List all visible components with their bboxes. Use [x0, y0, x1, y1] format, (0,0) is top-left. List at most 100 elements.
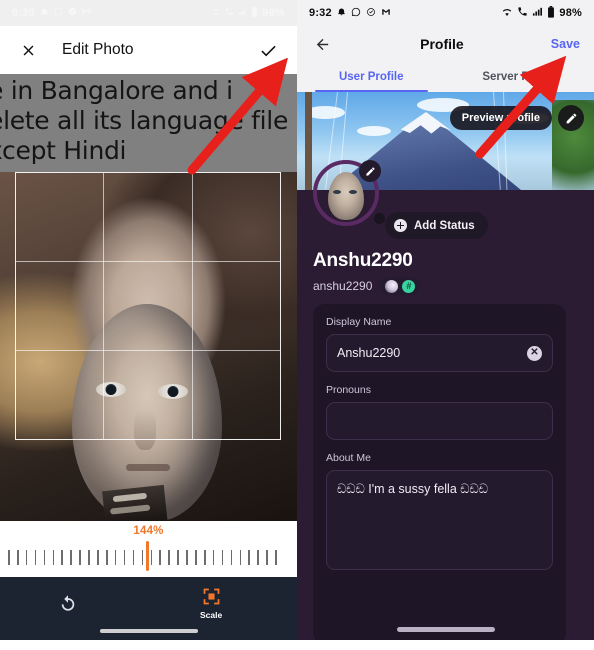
tab-server-profile[interactable]: Server Profile [446, 62, 594, 92]
display-name-input[interactable]: Anshu2290 ✕ [326, 334, 553, 372]
avatar-eye-left [333, 190, 341, 194]
check-circle-icon [366, 7, 376, 20]
right-phone-panel: 9:32 98% Profile Save User Profile Serve… [297, 0, 594, 650]
field-display-name: Display Name Anshu2290 ✕ [326, 316, 553, 372]
page-title: Profile [420, 36, 464, 52]
tab-user-profile[interactable]: User Profile [297, 62, 446, 92]
preview-profile-button[interactable]: Preview profile [449, 106, 552, 130]
scale-tick [150, 549, 153, 565]
add-status-label: Add Status [414, 219, 475, 232]
gmail-icon [82, 7, 91, 19]
pencil-icon [566, 113, 576, 123]
scale-tick [275, 549, 277, 565]
scale-tick [8, 549, 10, 565]
add-status-button[interactable]: Add Status [385, 212, 488, 239]
photo-crop-canvas[interactable]: e in Bangalore and i elete all its langu… [0, 74, 297, 521]
scale-tick [70, 549, 72, 565]
scale-value-label: 144% [133, 525, 164, 537]
scale-button[interactable]: Scale [200, 586, 222, 620]
edit-photo-appbar: Edit Photo [0, 26, 297, 74]
field-pronouns: Pronouns [326, 384, 553, 440]
scale-tick [34, 549, 37, 565]
scale-tick [239, 549, 242, 565]
avatar-face [328, 172, 364, 220]
cloud [357, 126, 391, 136]
scale-tick [248, 549, 251, 565]
crop-frame[interactable] [15, 172, 281, 440]
confirm-check-icon[interactable] [255, 37, 281, 63]
robot-mouth [126, 464, 170, 471]
tab-user-profile-label: User Profile [338, 71, 404, 83]
avatar-eye-right [349, 190, 357, 194]
scale-tick [16, 549, 19, 565]
status-left-group: 9:30 [12, 7, 91, 19]
right-status-bar: 9:32 98% [297, 0, 594, 26]
scale-tick [212, 549, 215, 565]
field-label: Pronouns [326, 384, 371, 396]
username-text: anshu2290 [313, 279, 373, 293]
utility-pole [305, 92, 312, 190]
banner-edit-button[interactable] [558, 105, 584, 131]
back-arrow-icon[interactable] [311, 33, 333, 55]
scale-tick [221, 549, 224, 565]
rotate-button[interactable] [58, 594, 78, 617]
status-time: 9:30 [12, 7, 35, 19]
whatsapp-icon [351, 7, 361, 20]
field-value: ඩඩඩ I'm a sussy fella ඩඩඩ [337, 482, 489, 496]
tab-server-profile-label: Server Profile [482, 71, 558, 83]
battery-icon [547, 5, 555, 21]
scale-tick [186, 549, 188, 565]
status-right-group: 98% [501, 5, 582, 21]
clear-icon[interactable]: ✕ [527, 345, 542, 361]
status-battery-percent: 98% [262, 7, 285, 19]
crop-grid-line-h2 [16, 350, 280, 352]
left-phone-panel: 9:30 98% Edit Photo e in Bangalore and i… [0, 0, 297, 650]
screenshot-root: 9:30 98% Edit Photo e in Bangalore and i… [0, 0, 594, 650]
home-indicator [99, 629, 198, 633]
screenshot-text-line-1: e in Bangalore and i [0, 76, 233, 105]
scale-tick-row [8, 545, 277, 569]
status-battery-percent: 98% [559, 7, 582, 19]
screenshot-text-line-3: xcept Hindi [0, 136, 127, 165]
username-row: anshu2290 # [313, 277, 421, 295]
scale-tick [52, 549, 55, 565]
scale-tick [177, 549, 179, 565]
bell-icon [337, 7, 346, 19]
signal-icon [238, 7, 247, 19]
about-me-input[interactable]: ඩඩඩ I'm a sussy fella ඩඩඩ [326, 470, 553, 570]
save-button[interactable]: Save [551, 37, 580, 51]
close-icon[interactable] [16, 38, 40, 62]
field-value: Anshu2290 [337, 346, 401, 360]
page-title: Edit Photo [62, 41, 134, 58]
preview-profile-label: Preview profile [461, 112, 540, 124]
crop-grid-line-h1 [16, 260, 280, 262]
scale-tick [203, 549, 206, 565]
scale-slider[interactable]: 144% [0, 521, 297, 577]
scale-tick [88, 549, 90, 565]
check-circle-icon [68, 7, 77, 19]
profile-fields-card: Display Name Anshu2290 ✕ Pronouns About … [313, 304, 566, 640]
scale-tick [141, 549, 144, 565]
badge-group[interactable]: # [380, 277, 421, 295]
profile-appbar: Profile Save [297, 26, 594, 62]
edit-photo-toolbar: Scale [0, 577, 297, 640]
orb-badge-icon [385, 279, 399, 293]
profile-tabs: User Profile Server Profile [297, 62, 594, 92]
pronouns-input[interactable] [326, 402, 553, 440]
field-label: About Me [326, 452, 371, 464]
scale-label: Scale [200, 610, 223, 620]
signal-icon [532, 6, 543, 20]
display-name-heading: Anshu2290 [313, 250, 413, 271]
scale-tick [61, 549, 64, 565]
rotate-icon [61, 595, 75, 611]
hash-badge-icon: # [402, 279, 416, 293]
field-about-me: About Me ඩඩඩ I'm a sussy fella ඩඩඩ [326, 452, 553, 570]
scale-tick [43, 549, 46, 565]
crop-grid-line-v1 [103, 173, 105, 439]
whatsapp-icon [54, 7, 63, 19]
avatar-edit-button[interactable] [359, 160, 381, 182]
crop-grid-line-v2 [191, 173, 193, 439]
plus-icon [394, 219, 407, 232]
scale-icon [203, 588, 219, 605]
scale-current-indicator[interactable] [146, 541, 150, 571]
